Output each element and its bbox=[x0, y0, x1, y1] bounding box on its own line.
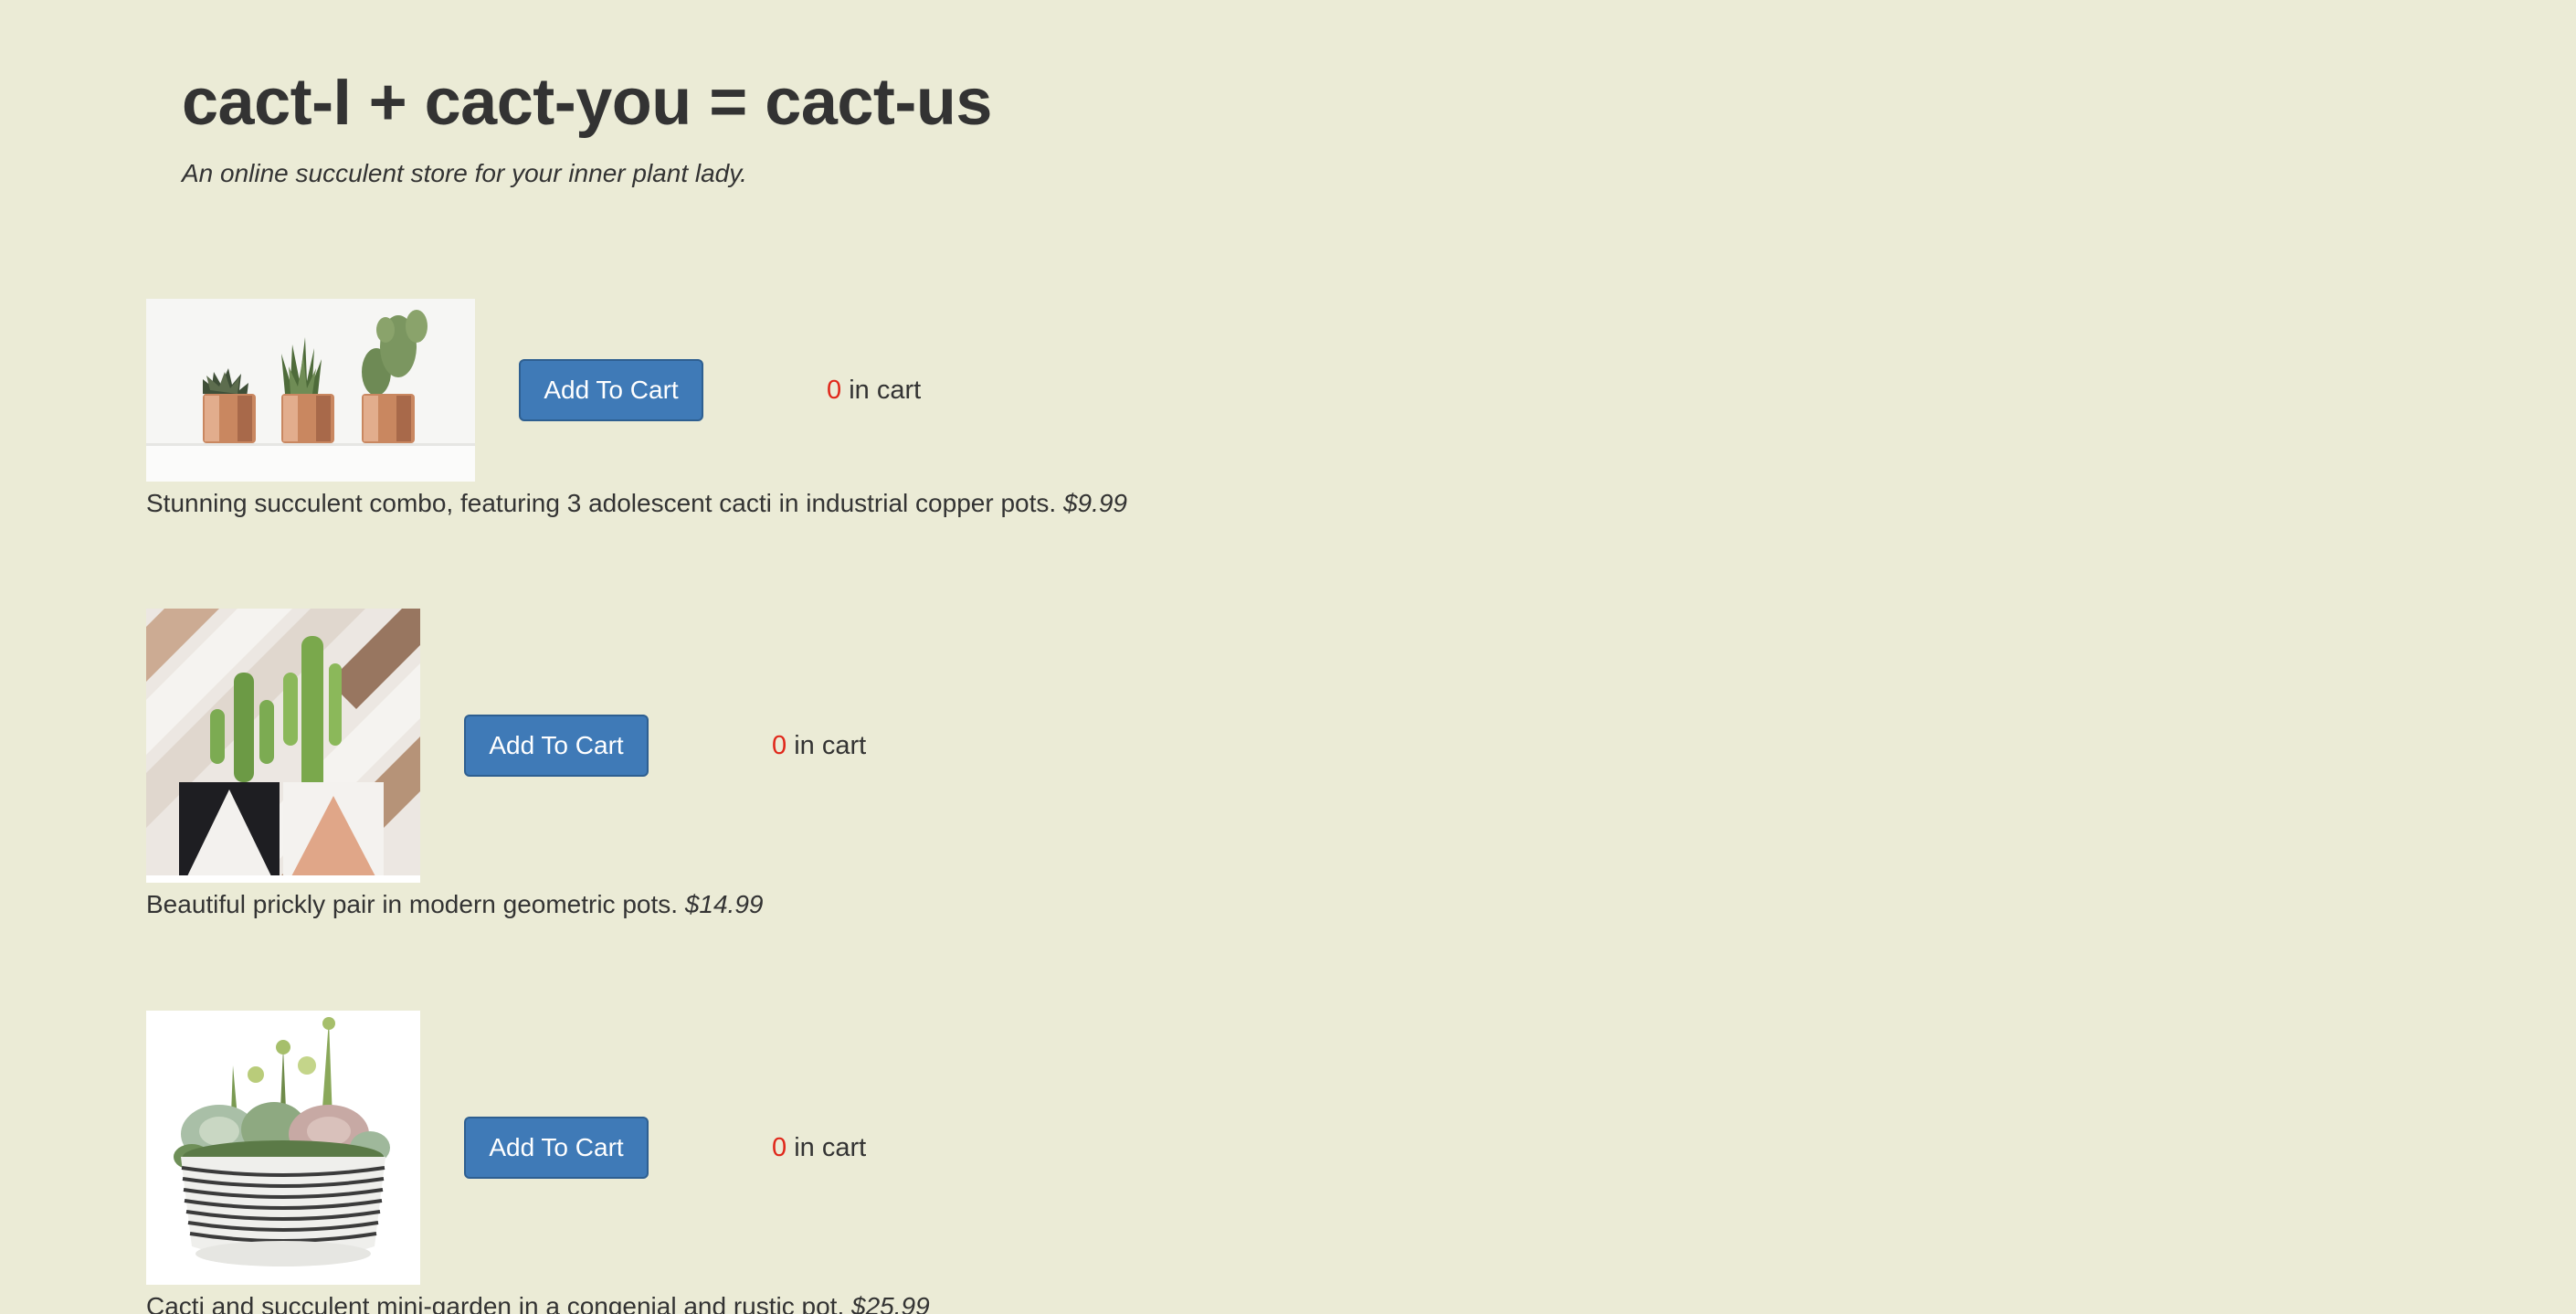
cart-count-number: 0 bbox=[827, 375, 842, 405]
store-header: cact-I + cact-you = cact-us An online su… bbox=[182, 57, 992, 192]
add-to-cart-button[interactable]: Add To Cart bbox=[464, 715, 649, 777]
product-row: Add To Cart 0 in cart bbox=[146, 299, 1127, 482]
mini-garden-bowl-photo bbox=[146, 1011, 420, 1285]
copper-pots-cacti-photo bbox=[146, 299, 475, 482]
store-tagline: An online succulent store for your inner… bbox=[182, 159, 747, 187]
product-card: Add To Cart 0 in cart Beautiful prickly … bbox=[146, 609, 866, 923]
product-row: Add To Cart 0 in cart bbox=[146, 1011, 930, 1285]
product-description-line: Cacti and succulent mini-garden in a con… bbox=[146, 1288, 930, 1314]
product-description: Cacti and succulent mini-garden in a con… bbox=[146, 1292, 845, 1314]
cart-count-number: 0 bbox=[772, 1132, 787, 1162]
store-page: cact-I + cact-you = cact-us An online su… bbox=[0, 0, 2576, 1314]
product-description-line: Stunning succulent combo, featuring 3 ad… bbox=[146, 485, 1127, 522]
add-to-cart-button[interactable]: Add To Cart bbox=[519, 359, 703, 421]
product-card: Add To Cart 0 in cart Cacti and succulen… bbox=[146, 1011, 930, 1314]
product-row: Add To Cart 0 in cart bbox=[146, 609, 866, 883]
product-price: $14.99 bbox=[684, 890, 764, 918]
cart-count-label: in cart bbox=[794, 1132, 867, 1162]
add-to-cart-button[interactable]: Add To Cart bbox=[464, 1117, 649, 1179]
cart-count-label: in cart bbox=[794, 730, 867, 760]
store-title: cact-I + cact-you = cact-us bbox=[182, 66, 992, 139]
cart-count: 0 in cart bbox=[827, 376, 921, 406]
product-card: Add To Cart 0 in cart Stunning succulent… bbox=[146, 299, 1127, 522]
product-description: Stunning succulent combo, featuring 3 ad… bbox=[146, 489, 1057, 517]
product-price: $25.99 bbox=[851, 1292, 930, 1314]
cart-count: 0 in cart bbox=[772, 1133, 866, 1163]
product-price: $9.99 bbox=[1062, 489, 1128, 517]
cart-count-label: in cart bbox=[849, 375, 922, 405]
product-description-line: Beautiful prickly pair in modern geometr… bbox=[146, 886, 866, 923]
geometric-pots-cacti-photo bbox=[146, 609, 420, 883]
cart-count: 0 in cart bbox=[772, 731, 866, 761]
cart-count-number: 0 bbox=[772, 730, 787, 760]
product-description: Beautiful prickly pair in modern geometr… bbox=[146, 890, 679, 918]
